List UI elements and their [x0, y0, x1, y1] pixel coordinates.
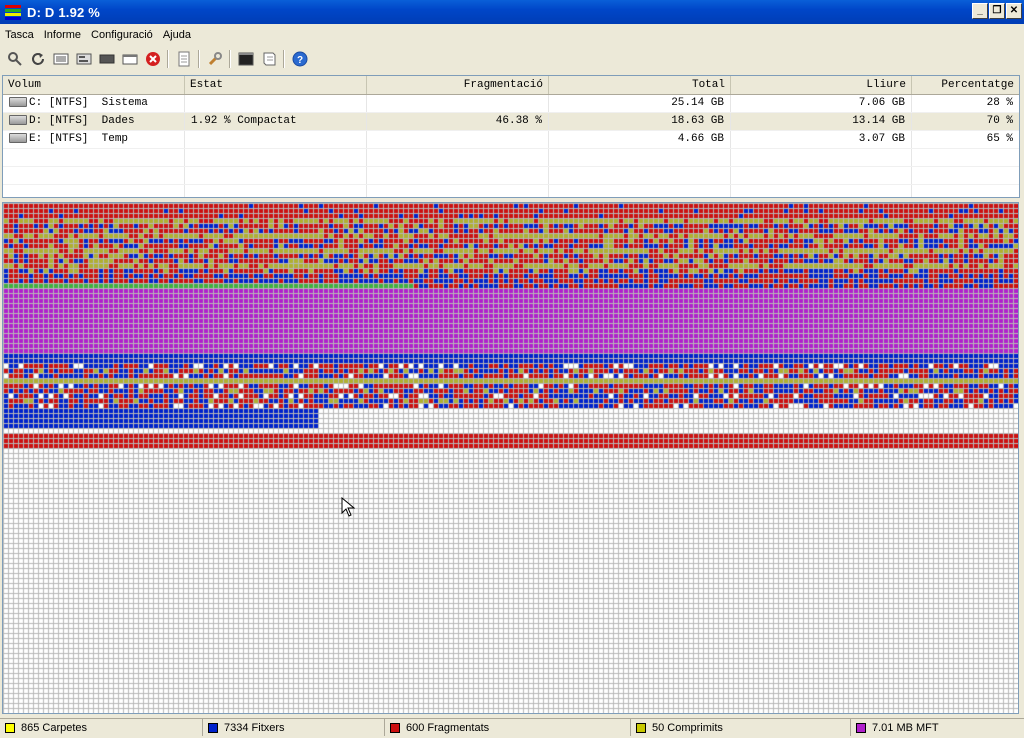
volume-fragmentation — [367, 95, 549, 112]
mouse-cursor-icon — [341, 497, 355, 517]
restore-button[interactable]: ❐ — [989, 3, 1005, 19]
column-header-fragmentacio[interactable]: Fragmentació — [367, 76, 549, 94]
fragmented-swatch — [390, 722, 400, 733]
defrag-icon[interactable] — [49, 48, 72, 70]
status-compressed-text: 50 Comprimits — [652, 721, 723, 734]
console-icon[interactable] — [234, 48, 257, 70]
volume-free: 7.06 GB — [731, 95, 912, 112]
volume-name: D: [NTFS] Dades — [29, 115, 135, 127]
menu-bar: Tasca Informe Configuració Ajuda — [0, 24, 1024, 45]
volume-row-selected[interactable]: D: [NTFS] Dades 1.92 % Compactat 46.38 %… — [3, 113, 1019, 131]
volume-name: E: [NTFS] Temp — [29, 133, 129, 145]
volume-total: 18.63 GB — [549, 113, 731, 130]
volume-status — [185, 131, 367, 148]
status-bar: 865 Carpetes 7334 Fitxers 600 Fragmentat… — [0, 718, 1024, 738]
toolbar-separator — [167, 50, 169, 68]
cluster-map[interactable] — [2, 202, 1019, 714]
hard-drive-icon — [9, 133, 27, 144]
cluster-map-canvas — [3, 203, 1018, 713]
window-title: D: D 1.92 % — [27, 4, 101, 20]
volume-fragmentation: 46.38 % — [367, 113, 549, 130]
volume-name-cell: C: [NTFS] Sistema — [3, 95, 185, 112]
volume-percent: 65 % — [986, 133, 1013, 145]
report-icon[interactable] — [172, 48, 195, 70]
status-fragmented: 600 Fragmentats — [385, 718, 631, 736]
menu-tasca[interactable]: Tasca — [0, 29, 39, 41]
compressed-swatch — [636, 722, 646, 733]
toolbar-separator — [283, 50, 285, 68]
column-header-estat[interactable]: Estat — [185, 76, 367, 94]
app-icon — [5, 4, 21, 20]
svg-text:?: ? — [296, 55, 302, 66]
cancel-icon[interactable] — [141, 48, 164, 70]
empty-row — [3, 149, 1019, 167]
volume-name-cell: E: [NTFS] Temp — [3, 131, 185, 148]
volume-fragmentation — [367, 131, 549, 148]
minimize-button[interactable]: _ — [972, 3, 988, 19]
column-header-total[interactable]: Total — [549, 76, 731, 94]
column-header-lliure[interactable]: Lliure — [731, 76, 912, 94]
hard-drive-icon — [9, 97, 27, 108]
menu-configuracio[interactable]: Configuració — [86, 29, 158, 41]
volume-percent: 70 % — [986, 115, 1013, 127]
stop-icon[interactable] — [95, 48, 118, 70]
settings-icon[interactable] — [118, 48, 141, 70]
close-button[interactable]: ✕ — [1006, 3, 1022, 19]
volume-name: C: [NTFS] Sistema — [29, 97, 148, 109]
volume-free: 13.14 GB — [731, 113, 912, 130]
volume-status — [185, 95, 367, 112]
volume-name-cell: D: [NTFS] Dades — [3, 113, 185, 130]
column-header-volum[interactable]: Volum — [3, 76, 185, 94]
volume-percent: 28 % — [986, 97, 1013, 109]
volume-list: Volum Estat Fragmentació Total Lliure Pe… — [2, 75, 1020, 198]
volume-list-header: Volum Estat Fragmentació Total Lliure Pe… — [3, 76, 1019, 95]
files-swatch — [208, 722, 218, 733]
status-fragmented-text: 600 Fragmentats — [406, 721, 490, 734]
volume-status: 1.92 % Compactat — [185, 113, 367, 130]
status-compressed: 50 Comprimits — [631, 718, 851, 736]
status-folders-text: 865 Carpetes — [21, 721, 88, 734]
status-files-text: 7334 Fitxers — [224, 721, 285, 734]
empty-row — [3, 167, 1019, 185]
status-mft-text: 7.01 MB MFT — [872, 721, 939, 734]
refresh-icon[interactable] — [26, 48, 49, 70]
toolbar-separator — [229, 50, 231, 68]
folders-swatch — [5, 722, 15, 733]
hard-drive-icon — [9, 115, 27, 126]
empty-row — [3, 185, 1019, 197]
analyze-icon[interactable] — [3, 48, 26, 70]
config-icon[interactable] — [203, 48, 226, 70]
toolbar-separator — [198, 50, 200, 68]
volume-total: 4.66 GB — [549, 131, 731, 148]
volume-free: 3.07 GB — [731, 131, 912, 148]
optimize-icon[interactable] — [72, 48, 95, 70]
status-files: 7334 Fitxers — [203, 718, 385, 736]
volume-row[interactable]: C: [NTFS] Sistema 25.14 GB 7.06 GB 28 % — [3, 95, 1019, 113]
status-folders: 865 Carpetes — [0, 718, 203, 736]
column-header-percentatge[interactable]: Percentatge — [912, 76, 1019, 94]
help-icon[interactable]: ? — [288, 48, 311, 70]
volume-row[interactable]: E: [NTFS] Temp 4.66 GB 3.07 GB 65 % — [3, 131, 1019, 149]
script-icon[interactable] — [257, 48, 280, 70]
mft-swatch — [856, 722, 866, 733]
volume-total: 25.14 GB — [549, 95, 731, 112]
title-bar: D: D 1.92 % _ ❐ ✕ — [0, 0, 1024, 24]
toolbar: ? — [0, 46, 1024, 72]
menu-informe[interactable]: Informe — [39, 29, 86, 41]
menu-ajuda[interactable]: Ajuda — [158, 29, 196, 41]
status-mft: 7.01 MB MFT — [851, 718, 1024, 736]
